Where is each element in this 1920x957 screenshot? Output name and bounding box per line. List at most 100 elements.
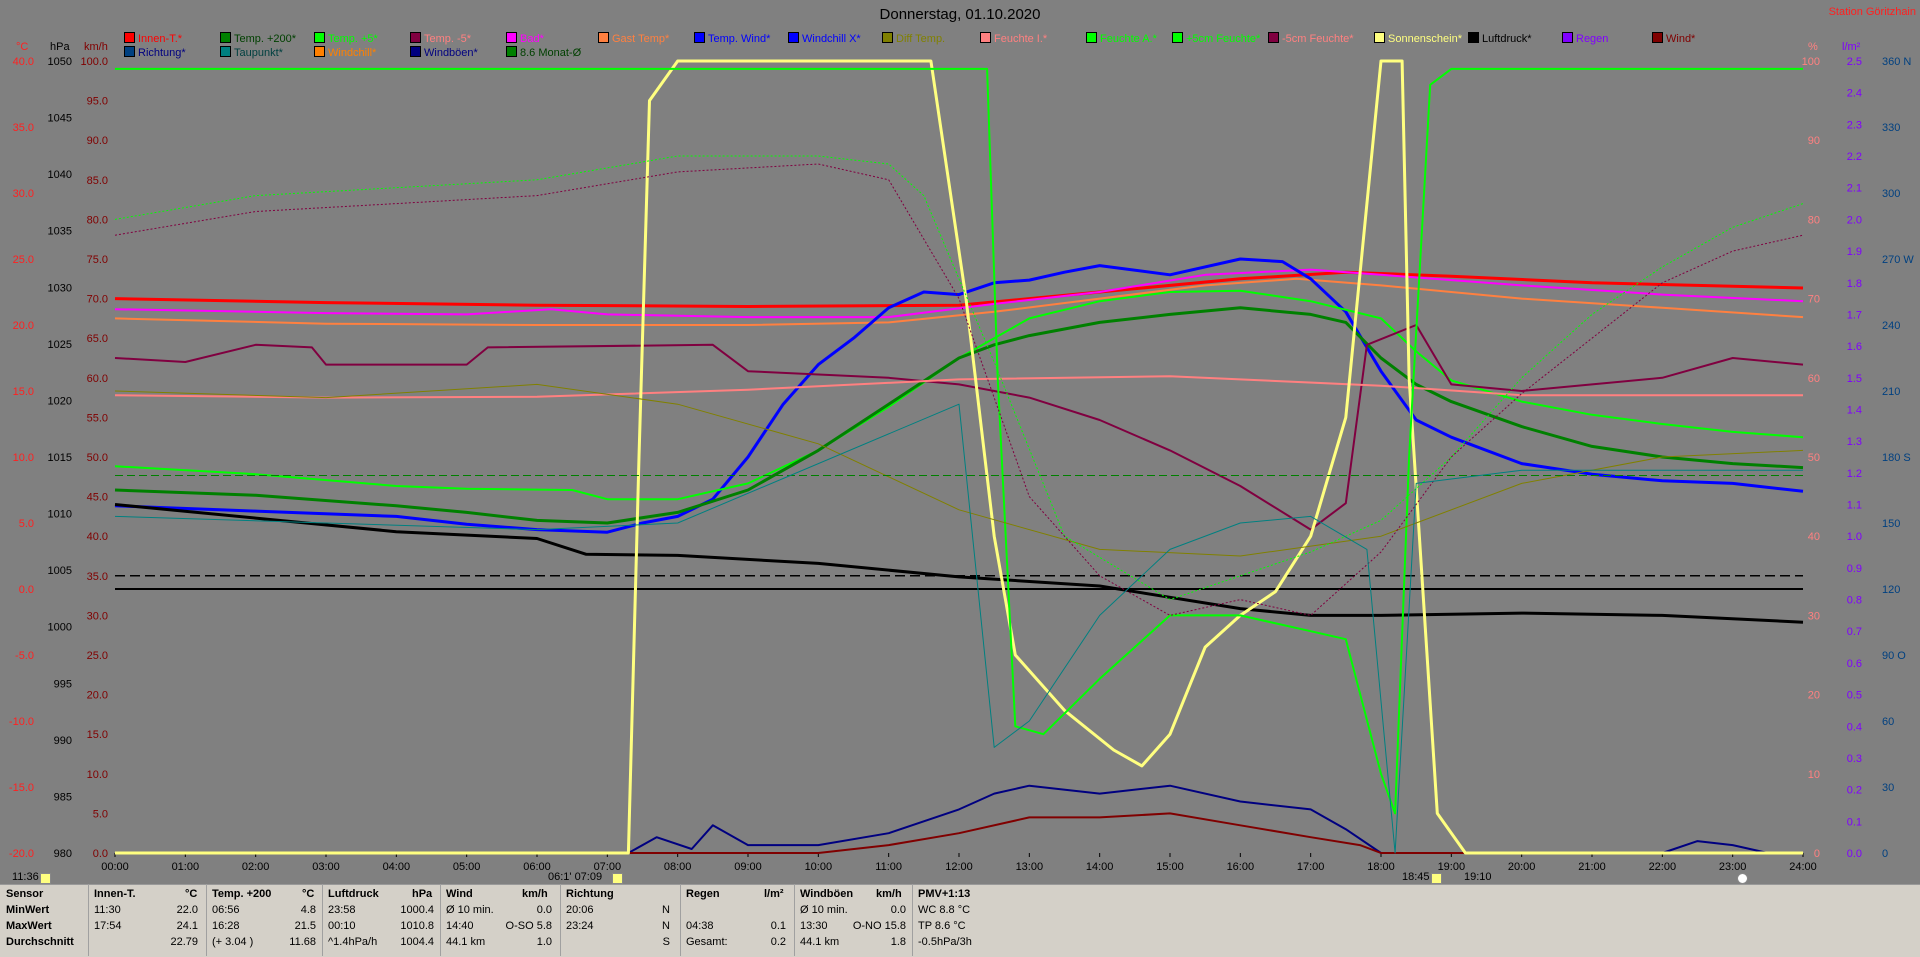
legend-swatch (1562, 32, 1573, 43)
rain-tick-label: 1.9 (1847, 246, 1862, 258)
stats-cell-t200-v: 4.8 (300, 904, 316, 916)
stats-cell-dir-v: S (662, 936, 670, 948)
right-axis-unit: l/m² (1842, 41, 1861, 53)
legend-item: Regen (1562, 32, 1608, 45)
kmh-tick-label: 25.0 (87, 650, 108, 662)
legend-item: Diff Temp. (882, 32, 945, 45)
stats-cell-innen-t: 17:54 (94, 920, 122, 932)
rain-tick-label: 0.5 (1847, 690, 1862, 702)
temp-tick-label: 20.0 (13, 320, 34, 332)
kmh-tick-label: 5.0 (93, 808, 108, 820)
legend-item: Windböen* (410, 46, 478, 59)
stats-header-sensor: Sensor (6, 888, 44, 900)
stats-cell-dir-t: 23:24 (566, 920, 594, 932)
pct-tick-label: 20 (1808, 690, 1820, 702)
kmh-tick-label: 35.0 (87, 571, 108, 583)
legend-item: Gast Temp* (598, 32, 669, 45)
x-tick-label: 10:00 (805, 861, 833, 873)
rain-tick-label: 0.7 (1847, 626, 1862, 638)
rain-tick-label: 1.2 (1847, 468, 1862, 480)
kmh-tick-label: 30.0 (87, 610, 108, 622)
legend-label: Sonnenschein* (1388, 33, 1463, 45)
stats-cell-regen-v: 0.2 (770, 936, 786, 948)
plot-area (115, 61, 1803, 853)
legend-label: Luftdruck* (1482, 33, 1532, 45)
left-axis-unit: °C (16, 41, 28, 53)
stats-header-innen: Innen-T. (94, 888, 136, 900)
rain-tick-label: 0.2 (1847, 785, 1862, 797)
legend-label: Temp. +5* (328, 33, 378, 45)
legend-swatch (1652, 32, 1663, 43)
legend-swatch (788, 32, 799, 43)
legend-item: 8.6 Monat-Ø (506, 46, 581, 59)
hpa-tick-label: 1045 (48, 113, 72, 125)
rain-tick-label: 0.8 (1847, 595, 1862, 607)
stats-cell-luft-t: 00:10 (328, 920, 356, 932)
legend-label: Diff Temp. (896, 33, 946, 45)
hpa-tick-label: 1010 (48, 509, 72, 521)
rain-tick-label: 0.4 (1847, 721, 1862, 733)
direction-tick-label: 150 (1882, 518, 1900, 530)
legend-swatch (506, 46, 517, 57)
left-axis-unit: km/h (84, 41, 108, 53)
stats-cell-boe-v: 1.8 (890, 936, 906, 948)
x-tick-label: 01:00 (172, 861, 200, 873)
legend-swatch (598, 32, 609, 43)
legend-item: Richtung* (124, 46, 186, 59)
stats-cell-label: Durchschnitt (6, 936, 74, 948)
stats-header-regen-unit: l/m² (764, 888, 784, 900)
stats-cell-regen-t: 04:38 (686, 920, 714, 932)
x-tick-label: 00:00 (101, 861, 129, 873)
stats-header-innen-unit: °C (185, 888, 198, 900)
stats-cell-wind-t: Ø 10 min. (446, 904, 494, 916)
legend-label: Richtung* (138, 47, 186, 59)
stats-cell-luft-t: 23:58 (328, 904, 356, 916)
rain-tick-label: 1.3 (1847, 436, 1862, 448)
legend-label: Windchill* (328, 47, 377, 59)
temp-tick-label: 15.0 (13, 386, 34, 398)
kmh-tick-label: 100.0 (80, 56, 108, 68)
stats-cell-wind-v: O-SO 5.8 (505, 920, 552, 932)
legend-item: Innen-T.* (124, 32, 182, 45)
legend-label: Wind* (1666, 33, 1696, 45)
x-tick-label: 12:00 (945, 861, 973, 873)
kmh-tick-label: 50.0 (87, 452, 108, 464)
x-tick-label: 21:00 (1578, 861, 1606, 873)
stats-cell-wind-v: 1.0 (536, 936, 552, 948)
direction-tick-label: 330 (1882, 122, 1900, 134)
x-tick-label: 13:00 (1016, 861, 1044, 873)
legend-label: Regen (1576, 33, 1609, 45)
rain-tick-label: 1.7 (1847, 309, 1862, 321)
legend-item: Windchill* (314, 46, 376, 59)
legend-swatch (314, 46, 325, 57)
hpa-tick-label: 1000 (48, 622, 72, 634)
legend-label: Temp. -5* (424, 33, 472, 45)
temp-tick-label: 10.0 (13, 452, 34, 464)
rain-tick-label: 2.0 (1847, 214, 1862, 226)
legend-item: Windchill X* (788, 32, 861, 45)
legend-label: Temp. Wind* (708, 33, 771, 45)
kmh-tick-label: 10.0 (87, 769, 108, 781)
event-start: 11:36 (12, 871, 39, 883)
x-tick-label: 09:00 (734, 861, 762, 873)
temp-tick-label: -10.0 (9, 716, 34, 728)
stats-cell-label: MinWert (6, 904, 50, 916)
stats-cell-regen-t: Gesamt: (686, 936, 728, 948)
kmh-tick-label: 55.0 (87, 412, 108, 424)
rain-tick-label: 2.2 (1847, 151, 1862, 163)
temp-tick-label: -5.0 (15, 650, 34, 662)
legend-swatch (220, 32, 231, 43)
x-tick-label: 11:00 (875, 861, 902, 873)
legend-item: Bad* (506, 32, 544, 45)
stats-cell-t200-v: 21.5 (294, 920, 316, 932)
stats-cell-t200-t: 06:56 (212, 904, 240, 916)
stats-cell-boe-t: Ø 10 min. (800, 904, 848, 916)
stats-cell-luft-v: 1004.4 (400, 936, 434, 948)
pct-tick-label: 90 (1808, 135, 1820, 147)
legend-swatch (882, 32, 893, 43)
stats-header-luft-unit: hPa (412, 888, 433, 900)
stats-header-boeen-unit: km/h (876, 888, 902, 900)
legend-label: +5cm Feuchte* (1186, 33, 1261, 45)
hpa-tick-label: 1030 (48, 282, 72, 294)
sun-icon (40, 873, 51, 884)
